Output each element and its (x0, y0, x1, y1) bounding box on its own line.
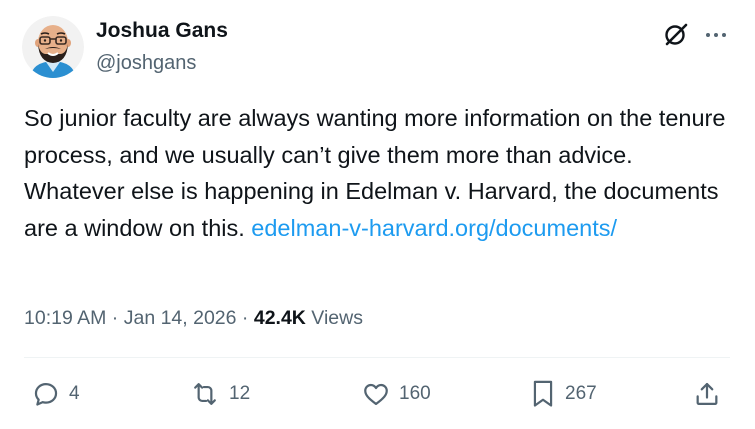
author-handle[interactable]: @joshgans (96, 52, 196, 75)
reply-icon (34, 382, 58, 406)
reply-button[interactable]: 4 (32, 378, 80, 410)
like-button[interactable]: 160 (362, 378, 431, 410)
retweet-button[interactable]: 12 (190, 378, 250, 410)
tweet-card: Joshua Gans @joshgans So junior faculty … (0, 0, 755, 429)
grok-icon[interactable] (662, 20, 690, 48)
avatar[interactable] (22, 16, 84, 78)
views-count[interactable]: 42.4K (254, 307, 306, 329)
bookmark-button[interactable]: 267 (530, 378, 597, 410)
meta-separator: · (106, 307, 124, 329)
divider (24, 357, 730, 358)
avatar-illustration (22, 16, 84, 78)
tweet-link[interactable]: edelman-v-harvard.org/documents/ (251, 215, 617, 241)
share-icon (696, 382, 718, 406)
tweet-date[interactable]: Jan 14, 2026 (124, 307, 237, 329)
retweet-count: 12 (229, 383, 251, 404)
share-button[interactable] (693, 378, 721, 410)
meta-separator: · (236, 307, 254, 329)
more-icon[interactable] (703, 22, 729, 48)
like-icon (364, 383, 388, 406)
bookmark-count: 267 (565, 383, 597, 404)
reply-count: 4 (69, 383, 80, 404)
views-label: Views (305, 307, 363, 329)
tweet-text: So junior faculty are always wanting mor… (24, 100, 736, 246)
tweet-meta: 10:19 AM · Jan 14, 2026 · 42.4K Views (24, 307, 363, 330)
tweet-time[interactable]: 10:19 AM (24, 307, 106, 329)
author-name[interactable]: Joshua Gans (96, 19, 228, 43)
retweet-icon (194, 383, 216, 405)
bookmark-icon (533, 380, 553, 407)
like-count: 160 (399, 383, 431, 404)
